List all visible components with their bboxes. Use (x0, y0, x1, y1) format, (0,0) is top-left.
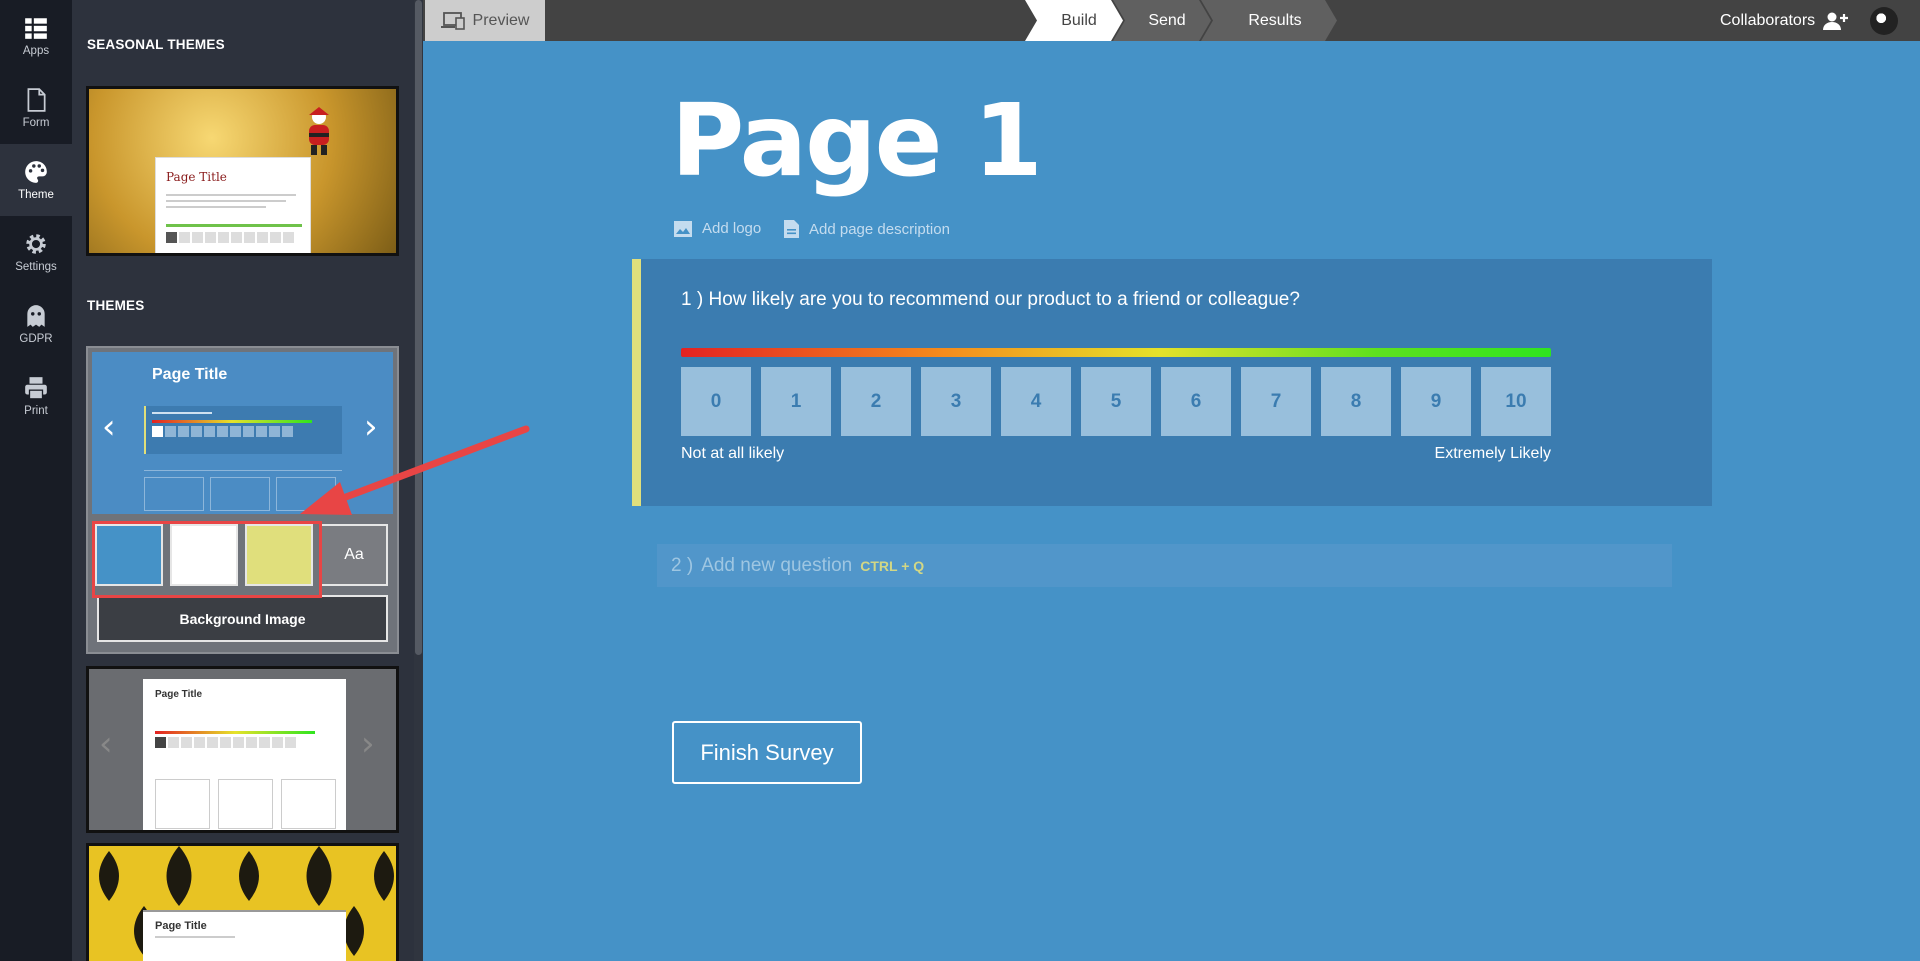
yellow-preview-title: Page Title (155, 920, 207, 932)
add-description-label: Add page description (809, 220, 950, 238)
description-icon (784, 220, 799, 238)
swatch-highlight-box (92, 521, 322, 598)
new-question-number: 2 ) (671, 554, 694, 576)
add-user-icon (1823, 12, 1849, 30)
gear-icon (26, 234, 46, 254)
preview-label: Preview (472, 11, 530, 29)
scale-high-label: Extremely Likely (1434, 445, 1551, 462)
scale-option-6[interactable]: 6 (1161, 367, 1231, 436)
top-bar: Preview Build Send Results Collaborators (423, 0, 1920, 41)
blue-theme-preview: Page Title ‹ › (92, 352, 393, 514)
theme-card-yellow[interactable]: Page Title (86, 843, 399, 961)
blue-preview-question (144, 406, 342, 454)
add-new-question[interactable]: 2 ) Add new question CTRL + Q (657, 544, 1672, 587)
step-send[interactable]: Send (1123, 0, 1211, 41)
nps-gradient-bar (681, 348, 1551, 357)
rail-item-form[interactable]: Form (0, 72, 72, 144)
blue-preview-title: Page Title (152, 366, 228, 383)
scale-option-10[interactable]: 10 (1481, 367, 1551, 436)
scale-option-5[interactable]: 5 (1081, 367, 1151, 436)
scale-option-2[interactable]: 2 (841, 367, 911, 436)
keyboard-shortcut: CTRL + Q (860, 557, 925, 574)
collaborators-label: Collaborators (1720, 11, 1816, 29)
avatar[interactable] (1870, 7, 1898, 35)
document-icon (27, 88, 46, 112)
seasonal-mini-scale (166, 232, 294, 243)
rail-label-apps: Apps (22, 45, 50, 57)
theme-card-white[interactable]: Page Title ‹ › (86, 666, 399, 833)
step-build[interactable]: Build (1035, 0, 1123, 41)
question-card[interactable]: 1 ) How likely are you to recommend our … (632, 259, 1712, 506)
seasonal-theme-thumbnail[interactable]: Page Title (86, 86, 399, 256)
app-rail: Apps Form Theme Settings GDPR Print (0, 0, 72, 961)
themes-heading: THEMES (87, 298, 145, 313)
santa-illustration (309, 107, 329, 155)
rail-item-theme[interactable]: Theme (0, 144, 72, 216)
chevron-right-icon[interactable]: › (364, 407, 378, 447)
background-image-button[interactable]: Background Image (97, 595, 388, 642)
step-results[interactable]: Results (1213, 0, 1337, 41)
chevron-right-icon[interactable]: › (361, 724, 375, 764)
scale-low-label: Not at all likely (681, 445, 785, 462)
rail-item-apps[interactable]: Apps (0, 0, 72, 72)
scale-option-8[interactable]: 8 (1321, 367, 1391, 436)
rail-label-gdpr: GDPR (19, 333, 53, 345)
image-icon (674, 220, 692, 237)
page-title[interactable]: Page 1 (671, 82, 1043, 199)
new-question-label: Add new question (701, 554, 853, 576)
panel-scrollbar-thumb[interactable] (415, 0, 422, 655)
rail-item-gdpr[interactable]: GDPR (0, 288, 72, 360)
add-logo-link[interactable]: Add logo (674, 220, 761, 237)
question-text[interactable]: 1 ) How likely are you to recommend our … (681, 289, 1300, 311)
chevron-left-icon[interactable]: ‹ (99, 724, 113, 764)
collaborators-button[interactable]: Collaborators (1720, 0, 1849, 41)
rail-label-settings: Settings (15, 261, 57, 273)
question-label: How likely are you to recommend our prod… (708, 289, 1300, 310)
seasonal-preview-paper: Page Title (155, 157, 311, 253)
yellow-theme-preview: Page Title (143, 910, 346, 961)
rail-label-print: Print (24, 405, 48, 417)
question-number: 1 ) (681, 289, 704, 310)
theme-panel: SEASONAL THEMES Page Title THEMES Page T… (72, 0, 423, 961)
preview-button[interactable]: Preview (425, 0, 545, 41)
devices-icon (440, 11, 465, 30)
finish-survey-button[interactable]: Finish Survey (672, 721, 862, 784)
scale-option-3[interactable]: 3 (921, 367, 991, 436)
scale-option-4[interactable]: 4 (1001, 367, 1071, 436)
theme-card-blue[interactable]: Page Title ‹ › Aa Background Image (86, 346, 399, 654)
scale-option-1[interactable]: 1 (761, 367, 831, 436)
white-preview-title: Page Title (155, 689, 203, 700)
grid-icon (25, 18, 47, 39)
scale-option-9[interactable]: 9 (1401, 367, 1471, 436)
seasonal-themes-heading: SEASONAL THEMES (87, 37, 225, 52)
scale-option-0[interactable]: 0 (681, 367, 751, 436)
scale-option-7[interactable]: 7 (1241, 367, 1311, 436)
rail-label-theme: Theme (18, 189, 54, 201)
add-logo-label: Add logo (702, 220, 762, 237)
chevron-left-icon[interactable]: ‹ (102, 407, 116, 447)
add-page-description-link[interactable]: Add page description (784, 220, 950, 238)
rail-item-settings[interactable]: Settings (0, 216, 72, 288)
seasonal-preview-title: Page Title (166, 170, 227, 184)
ghost-icon (27, 305, 45, 327)
palette-icon (25, 161, 47, 183)
white-theme-preview: Page Title (143, 679, 346, 830)
panel-scrollbar[interactable] (414, 0, 423, 961)
rail-item-print[interactable]: Print (0, 360, 72, 432)
font-button[interactable]: Aa (320, 524, 388, 586)
rail-label-form: Form (22, 117, 50, 129)
printer-icon (25, 377, 47, 400)
